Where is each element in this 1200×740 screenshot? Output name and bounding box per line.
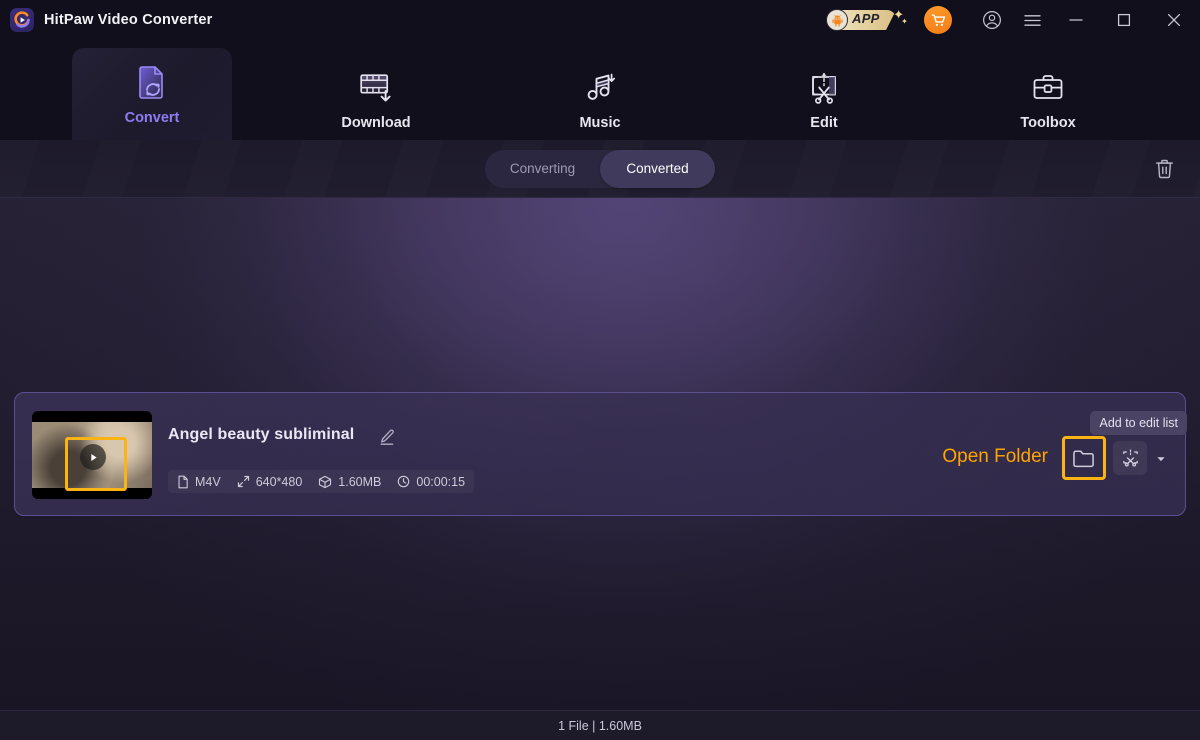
meta-format-value: M4V (195, 474, 221, 489)
account-circle-icon[interactable] (972, 0, 1012, 40)
trash-icon[interactable] (1148, 153, 1180, 185)
meta-duration-value: 00:00:15 (416, 474, 466, 489)
titlebar-controls: APP ✦ ✦ (826, 0, 1200, 40)
hamburger-menu-icon[interactable] (1012, 0, 1052, 40)
maximize-icon[interactable] (1100, 0, 1148, 40)
tab-edit[interactable]: Edit (744, 58, 904, 140)
resolution-icon (237, 475, 250, 488)
tab-music[interactable]: Music (520, 58, 680, 140)
film-download-icon (358, 68, 394, 108)
title-bar: HitPaw Video Converter APP ✦ ✦ (0, 0, 1200, 40)
app-badge[interactable]: APP ✦ ✦ (826, 7, 908, 32)
converting-converted-segment: Converting Converted (485, 149, 715, 188)
window-title: HitPaw Video Converter (44, 12, 213, 28)
tab-convert-label: Convert (124, 109, 180, 126)
tab-toolbox-label: Toolbox (1020, 114, 1076, 131)
clock-icon (397, 475, 410, 488)
chevron-down-icon[interactable] (1155, 452, 1167, 464)
tab-convert[interactable]: Convert (72, 48, 232, 140)
tab-download[interactable]: Download (296, 58, 456, 140)
sparkle-icon: ✦ ✦ (893, 7, 908, 26)
meta-resolution: 640*480 (237, 474, 303, 489)
pencil-icon[interactable] (378, 428, 396, 446)
music-note-download-icon (583, 68, 617, 108)
open-folder-annotation: Open Folder (942, 446, 1048, 467)
meta-format: M4V (177, 475, 221, 489)
meta-duration: 00:00:15 (397, 475, 465, 489)
close-icon[interactable] (1148, 0, 1200, 40)
tab-download-label: Download (341, 114, 411, 131)
tab-music-label: Music (579, 114, 621, 131)
add-to-edit-list-button[interactable] (1113, 441, 1147, 475)
hitpaw-logo-icon (10, 8, 34, 32)
app-window: HitPaw Video Converter APP ✦ ✦ Convert D… (0, 0, 1200, 740)
segment-converting[interactable]: Converting (485, 150, 600, 188)
meta-size: 1.60MB (318, 475, 381, 489)
file-metadata: M4V 640*480 1.60MB 00:00:15 (168, 470, 475, 493)
brand: HitPaw Video Converter (10, 8, 213, 32)
folder-icon[interactable] (1068, 442, 1100, 474)
video-thumbnail[interactable] (32, 411, 152, 499)
tab-toolbox[interactable]: Toolbox (968, 58, 1128, 140)
tab-edit-label: Edit (810, 114, 838, 131)
meta-resolution-value: 640*480 (255, 474, 303, 489)
status-bar-text: 1 File | 1.60MB (558, 718, 642, 733)
package-icon (318, 475, 332, 489)
file-title: Angel beauty subliminal (168, 426, 355, 443)
app-badge-label: APP (852, 11, 880, 26)
segment-converted[interactable]: Converted (600, 149, 715, 188)
file-icon (177, 475, 189, 489)
main-navigation: Convert Download Music Edit Toolbox (0, 40, 1200, 140)
toolbox-icon (1031, 68, 1065, 108)
status-filter-toolbar: Converting Converted (0, 140, 1200, 327)
shopping-cart-icon[interactable] (924, 6, 952, 34)
convert-file-icon (134, 63, 170, 103)
meta-size-value: 1.60MB (338, 474, 382, 489)
minimize-icon[interactable] (1052, 0, 1100, 40)
status-bar: 1 File | 1.60MB (0, 710, 1200, 740)
android-icon (826, 9, 848, 31)
main-content: Angel beauty subliminal M4V 640*480 1.60… (0, 198, 1200, 710)
play-icon[interactable] (80, 444, 106, 470)
add-to-edit-list-tooltip: Add to edit list (1090, 411, 1187, 435)
scissors-crop-icon (806, 68, 842, 108)
